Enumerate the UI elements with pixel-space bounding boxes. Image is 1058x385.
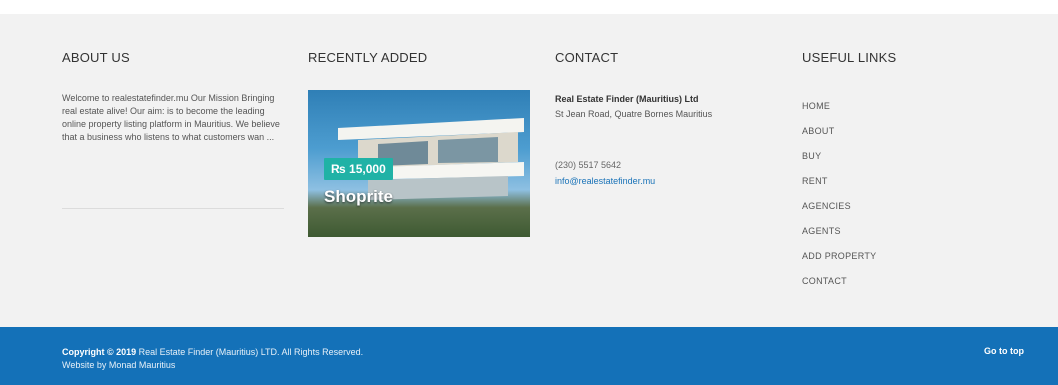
link-agents[interactable]: AGENTS [802, 226, 841, 236]
footer-main: ABOUT US Welcome to realestatefinder.mu … [0, 14, 1058, 327]
links-heading: USEFUL LINKS [802, 50, 897, 65]
go-to-top-link[interactable]: Go to top [984, 346, 1024, 356]
footer-bottom-bar: Copyright © 2019 Real Estate Finder (Mau… [0, 327, 1058, 385]
copyright-prefix: Copyright © 2019 [62, 347, 137, 357]
useful-links-list: HOME ABOUT BUY RENT AGENCIES AGENTS ADD … [802, 96, 876, 296]
contact-phone: (230) 5517 5642 [555, 160, 622, 170]
contact-email-link[interactable]: info@realestatefinder.mu [555, 176, 655, 186]
link-agencies[interactable]: AGENCIES [802, 201, 851, 211]
contact-company: Real Estate Finder (Mauritius) Ltd [555, 94, 699, 104]
link-contact[interactable]: CONTACT [802, 276, 847, 286]
link-buy[interactable]: BUY [802, 151, 821, 161]
link-add-property[interactable]: ADD PROPERTY [802, 251, 876, 261]
copyright-line: Copyright © 2019 Real Estate Finder (Mau… [62, 346, 363, 359]
link-home[interactable]: HOME [802, 101, 830, 111]
page-top-spacer [0, 0, 1058, 14]
contact-address: St Jean Road, Quatre Bornes Mauritius [555, 109, 713, 119]
contact-heading: CONTACT [555, 50, 619, 65]
link-rent[interactable]: RENT [802, 176, 828, 186]
about-heading: ABOUT US [62, 50, 130, 65]
property-title[interactable]: Shoprite [324, 187, 393, 207]
about-text: Welcome to realestatefinder.mu Our Missi… [62, 93, 280, 142]
link-about[interactable]: ABOUT [802, 126, 835, 136]
copyright-company: Real Estate Finder (Mauritius) LTD. All … [138, 347, 364, 357]
website-by[interactable]: Website by Monad Mauritius [62, 359, 363, 372]
property-card[interactable]: ₨ 15,000 Shoprite [308, 90, 530, 237]
recent-heading: RECENTLY ADDED [308, 50, 428, 65]
price-badge: ₨ 15,000 [324, 158, 393, 180]
about-divider [62, 208, 284, 209]
copyright-block: Copyright © 2019 Real Estate Finder (Mau… [62, 346, 363, 372]
